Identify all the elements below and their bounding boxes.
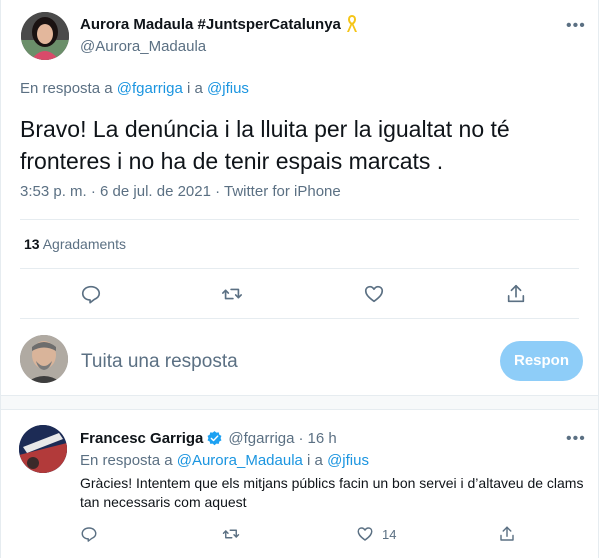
like-icon[interactable]	[356, 525, 374, 543]
yellow-ribbon-icon	[346, 15, 357, 32]
separator: ·	[298, 430, 304, 447]
reply-author-avatar[interactable]	[19, 425, 67, 473]
section-gap	[1, 396, 598, 410]
reply-to-link-1[interactable]: @Aurora_Madaula	[177, 452, 303, 469]
reply-to-link-1[interactable]: @fgarriga	[117, 80, 183, 97]
divider	[20, 268, 579, 269]
reply-in-reply-to: En resposta a @Aurora_Madaula i a @jfius	[80, 452, 369, 469]
author-name[interactable]: Aurora Madaula #JuntsperCatalunya	[80, 16, 341, 33]
reply-likes-count: 14	[382, 527, 397, 542]
tweet-detail-panel: Aurora Madaula #JuntsperCatalunya @Auror…	[0, 0, 599, 558]
likes-stat[interactable]: 13 Agradaments	[24, 236, 126, 252]
author-avatar[interactable]	[21, 12, 69, 60]
reply-connector: i a	[187, 80, 203, 97]
author-name-row: Aurora Madaula #JuntsperCatalunya	[80, 15, 359, 33]
divider	[20, 219, 579, 220]
like-icon[interactable]	[363, 283, 385, 305]
divider	[20, 318, 579, 319]
verified-badge-icon	[207, 431, 222, 446]
reply-prefix: En resposta a	[80, 452, 173, 469]
likes-count: 13	[24, 236, 40, 252]
in-reply-to: En resposta a @fgarriga i a @jfius	[20, 80, 249, 97]
reply-icon[interactable]	[80, 283, 102, 305]
reply-author-name[interactable]: Francesc Garriga	[80, 430, 203, 447]
reply-input[interactable]: Tuita una resposta	[81, 351, 238, 373]
likes-label: Agradaments	[42, 236, 126, 252]
tweet-timestamp[interactable]: 3:53 p. m. · 6 de jul. de 2021 · Twitter…	[20, 183, 341, 200]
share-icon[interactable]	[505, 283, 527, 305]
reply-prefix: En resposta a	[20, 80, 113, 97]
author-handle[interactable]: @Aurora_Madaula	[80, 38, 206, 55]
retweet-icon[interactable]	[221, 283, 243, 305]
reply-time[interactable]: 16 h	[308, 430, 337, 447]
reply-to-link-2[interactable]: @jfius	[327, 452, 369, 469]
reply-button[interactable]: Respon	[500, 341, 583, 381]
tweet-text: Bravo! La denúncia i la lluita per la ig…	[20, 116, 510, 174]
reply-connector: i a	[307, 452, 323, 469]
current-user-avatar[interactable]	[20, 335, 68, 383]
reply-author-handle[interactable]: @fgarriga	[228, 430, 294, 447]
retweet-icon[interactable]	[222, 525, 240, 543]
reply-icon[interactable]	[80, 525, 98, 543]
share-icon[interactable]	[498, 525, 516, 543]
reply-author-row: Francesc Garriga @fgarriga · 16 h	[80, 430, 337, 447]
more-icon[interactable]: •••	[566, 17, 586, 35]
reply-to-link-2[interactable]: @jfius	[207, 80, 249, 97]
more-icon[interactable]: •••	[566, 430, 586, 448]
reply-tweet-text: Gràcies! Intentem que els mitjans públic…	[80, 475, 584, 510]
